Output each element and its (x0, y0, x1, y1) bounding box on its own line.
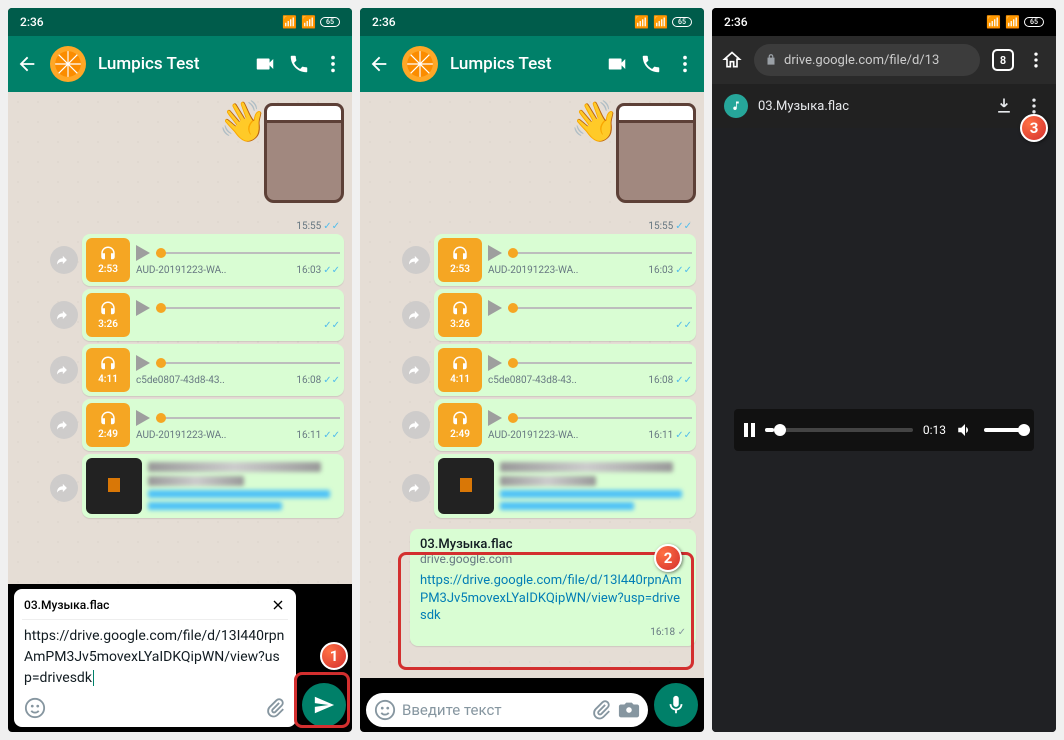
callout-1: 1 (320, 642, 348, 670)
callout-2: 2 (654, 544, 682, 572)
video-call-icon[interactable] (606, 53, 628, 75)
more-icon[interactable] (322, 53, 344, 75)
contact-avatar[interactable] (402, 46, 438, 82)
coffee-cup-icon (264, 108, 344, 203)
message-input[interactable]: 03.Музыка.flac https://drive.google.com/… (14, 589, 296, 727)
sticker-message[interactable]: 👋 15:55✓✓ (566, 98, 696, 218)
camera-icon[interactable] (618, 699, 640, 721)
voice-call-icon[interactable] (288, 53, 310, 75)
phone-screenshot-2: 2:36 📶📶65 Lumpics Test 👋 15:55✓✓ 2:53 AU… (360, 8, 704, 732)
audio-message[interactable]: 3:26 ✓✓ (82, 289, 344, 341)
drive-header: 03.Музыка.flac (712, 84, 1056, 128)
audio-player: 0:13 (734, 409, 1034, 451)
wave-hand-icon: 👋 (218, 98, 268, 145)
tab-count[interactable]: 8 (992, 49, 1014, 71)
attach-icon[interactable] (264, 697, 286, 719)
status-bar: 2:36 📶📶65 (8, 8, 352, 36)
link-url[interactable]: https://drive.google.com/file/d/13I440rp… (420, 572, 686, 625)
forward-button[interactable] (50, 301, 78, 329)
music-file-icon (724, 94, 748, 118)
play-icon[interactable] (136, 300, 150, 316)
forward-button[interactable] (50, 356, 78, 384)
audio-message[interactable]: 4:11 c5de0807-43d8-43..16:08✓✓ (82, 344, 344, 396)
link-preview-message[interactable] (82, 454, 344, 518)
voice-record-button[interactable] (654, 683, 698, 727)
send-button[interactable] (302, 683, 346, 727)
pause-button[interactable] (744, 423, 755, 437)
input-bar: Введите текст (360, 678, 704, 732)
sticker-message[interactable]: 👋 15:55✓✓ (214, 98, 344, 218)
emoji-icon[interactable] (24, 697, 46, 719)
input-placeholder: Введите текст (402, 701, 584, 719)
forward-button[interactable] (50, 246, 78, 274)
play-time: 0:13 (923, 423, 946, 437)
video-call-icon[interactable] (254, 53, 276, 75)
input-text: https://drive.google.com/file/d/13I440rp… (24, 628, 284, 686)
callout-3: 3 (1020, 114, 1048, 142)
forward-button[interactable] (50, 474, 78, 502)
sent-link-message[interactable]: 03.Музыка.flac drive.google.com https://… (410, 529, 696, 646)
headphones-icon (99, 355, 117, 373)
audio-message[interactable]: 2:53 AUD-20191223-WA..16:03✓✓ (434, 234, 696, 286)
phone-screenshot-1: 2:36 📶📶65 Lumpics Test 👋 15:55✓✓ 2:53 AU… (8, 8, 352, 732)
home-icon[interactable] (722, 50, 742, 70)
status-icons: 📶📶65 (282, 15, 340, 29)
link-preview-title: 03.Музыка.flac (24, 598, 109, 612)
drive-content: 0:13 (712, 128, 1056, 732)
voice-call-icon[interactable] (640, 53, 662, 75)
headphones-icon (99, 410, 117, 428)
back-icon[interactable] (16, 53, 38, 75)
status-bar: 2:36 📶📶65 (712, 8, 1056, 36)
drive-filename: 03.Музыка.flac (758, 99, 984, 114)
phone-screenshot-3: 2:36 📶📶65 drive.google.com/file/d/13 8 0… (712, 8, 1056, 732)
back-icon[interactable] (368, 53, 390, 75)
chat-header: Lumpics Test (360, 36, 704, 92)
url-text: drive.google.com/file/d/13 (784, 53, 939, 68)
audio-message[interactable]: 2:49 AUD-20191223-WA..16:11✓✓ (82, 399, 344, 451)
chat-title[interactable]: Lumpics Test (98, 54, 242, 74)
url-bar[interactable]: drive.google.com/file/d/13 (754, 44, 980, 76)
contact-avatar[interactable] (50, 46, 86, 82)
link-domain: drive.google.com (420, 552, 686, 566)
headphones-icon (99, 245, 117, 263)
audio-message[interactable]: 2:53 AUD-20191223-WA..16:03✓✓ (82, 234, 344, 286)
browser-toolbar: drive.google.com/file/d/13 8 (712, 36, 1056, 84)
emoji-icon[interactable] (374, 699, 396, 721)
status-bar: 2:36 📶📶65 (360, 8, 704, 36)
more-icon[interactable] (674, 53, 696, 75)
send-icon (313, 694, 335, 716)
chat-area[interactable]: 👋 15:55✓✓ 2:53 AUD-20191223-WA..16:03✓✓ … (360, 92, 704, 678)
browser-more-icon[interactable] (1026, 50, 1046, 70)
forward-button[interactable] (402, 246, 430, 274)
play-icon[interactable] (136, 245, 150, 261)
chat-area[interactable]: 👋 15:55✓✓ 2:53 AUD-20191223-WA..16:03✓✓ … (8, 92, 352, 584)
play-icon[interactable] (136, 355, 150, 371)
attach-icon[interactable] (590, 699, 612, 721)
play-icon[interactable] (136, 410, 150, 426)
mic-icon (665, 694, 687, 716)
lock-icon (764, 53, 778, 67)
forward-button[interactable] (50, 411, 78, 439)
progress-bar[interactable] (765, 428, 913, 432)
preview-thumb (86, 458, 142, 514)
status-time: 2:36 (20, 15, 44, 29)
volume-icon[interactable] (956, 421, 974, 439)
download-icon[interactable] (994, 96, 1014, 116)
chat-header: Lumpics Test (8, 36, 352, 92)
audio-track[interactable] (156, 252, 340, 254)
drive-more-icon[interactable] (1024, 96, 1044, 116)
volume-slider[interactable] (984, 428, 1024, 432)
link-title: 03.Музыка.flac (420, 537, 686, 552)
close-preview-icon[interactable] (270, 597, 286, 613)
message-input[interactable]: Введите текст (366, 693, 648, 727)
headphones-icon (99, 300, 117, 318)
input-bar: 03.Музыка.flac https://drive.google.com/… (8, 584, 352, 732)
